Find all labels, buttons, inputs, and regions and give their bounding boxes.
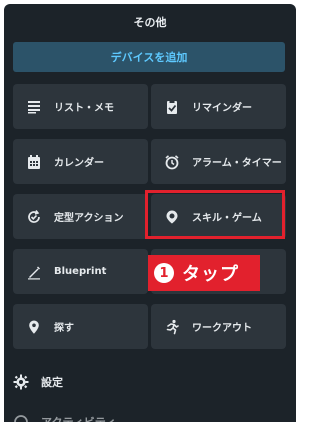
tile-blueprint[interactable]: Blueprint — [13, 249, 148, 294]
running-icon — [164, 319, 180, 335]
settings-item[interactable]: 設定 — [13, 368, 63, 396]
tile-reminder[interactable]: リマインダー — [151, 84, 286, 129]
step-number: 1 — [154, 263, 174, 283]
tile-calendar[interactable]: カレンダー — [13, 139, 148, 184]
add-device-button[interactable]: デバイスを追加 — [13, 42, 285, 72]
tile-label: リスト・メモ — [54, 103, 114, 114]
tile-label: 定型アクション — [54, 213, 124, 224]
list-icon — [26, 99, 42, 115]
tile-label: リマインダー — [192, 103, 252, 114]
tile-label: 探す — [54, 323, 74, 334]
clipboard-check-icon — [164, 99, 180, 115]
tile-list-memo[interactable]: リスト・メモ — [13, 84, 148, 129]
activity-label: アクティビティ — [41, 414, 116, 422]
settings-label: 設定 — [41, 376, 63, 389]
tile-label: アラーム・タイマー — [192, 158, 282, 169]
pen-icon — [26, 264, 42, 280]
routine-icon — [26, 209, 42, 225]
tap-callout: 1 タップ — [148, 255, 260, 291]
tile-label: ワークアウト — [192, 323, 252, 334]
tile-label: カレンダー — [54, 158, 104, 169]
callout-text: タップ — [182, 264, 239, 285]
clock-icon — [13, 414, 29, 422]
tile-find[interactable]: 探す — [13, 304, 148, 349]
activity-item[interactable]: アクティビティ — [13, 408, 116, 422]
tile-label: Blueprint — [54, 266, 107, 277]
highlight-frame — [145, 190, 285, 239]
page-title: その他 — [133, 16, 167, 29]
alarm-clock-icon — [164, 154, 180, 170]
location-pin-icon — [26, 319, 42, 335]
gear-icon — [13, 374, 29, 390]
tile-workout[interactable]: ワークアウト — [151, 304, 286, 349]
tile-alarm-timer[interactable]: アラーム・タイマー — [151, 139, 286, 184]
calendar-icon — [26, 154, 42, 170]
tile-routines[interactable]: 定型アクション — [13, 194, 148, 239]
